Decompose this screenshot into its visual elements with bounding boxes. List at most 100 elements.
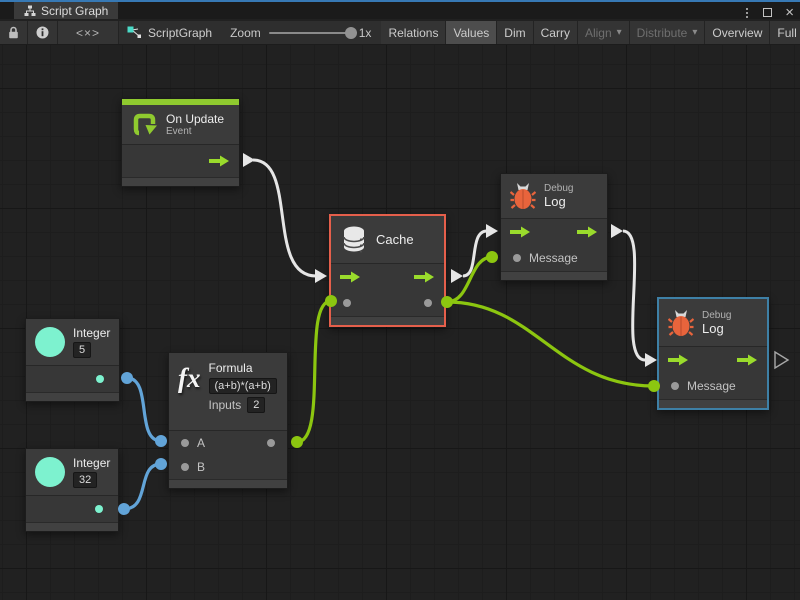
node-title: Formula bbox=[209, 361, 277, 375]
toolbar-right-group: Relations Values Dim Carry Align ▾ Distr… bbox=[381, 21, 800, 44]
dim-button[interactable]: Dim bbox=[497, 21, 533, 44]
maximize-icon[interactable] bbox=[763, 8, 772, 17]
carry-button[interactable]: Carry bbox=[534, 21, 578, 44]
tab-title: Script Graph bbox=[41, 4, 108, 18]
port-label: Message bbox=[529, 251, 578, 265]
hierarchy-icon bbox=[24, 5, 36, 17]
node-header: Integer 32 bbox=[26, 449, 118, 496]
node-title: On Update bbox=[166, 112, 224, 126]
code-view-button[interactable]: <×> bbox=[58, 21, 119, 44]
exec-input-port[interactable] bbox=[510, 226, 531, 238]
node-header: Cache bbox=[331, 216, 444, 264]
node-footer bbox=[26, 522, 118, 531]
node-category: Debug bbox=[544, 183, 573, 194]
full-screen-button[interactable]: Full Screen bbox=[770, 21, 800, 44]
inputs-count-field[interactable]: 2 bbox=[247, 397, 265, 413]
exec-row bbox=[659, 347, 767, 373]
node-footer bbox=[331, 316, 444, 325]
exec-output-port[interactable] bbox=[414, 271, 435, 283]
node-integer-1[interactable]: Integer 5 bbox=[25, 318, 120, 402]
message-input-port[interactable] bbox=[513, 254, 521, 262]
code-icon: <×> bbox=[76, 26, 100, 40]
exec-output-port[interactable] bbox=[577, 226, 598, 238]
lock-button[interactable] bbox=[0, 21, 28, 44]
node-title: Cache bbox=[376, 232, 414, 247]
input-a-row: A bbox=[169, 431, 287, 455]
overview-button[interactable]: Overview bbox=[705, 21, 770, 44]
wire-exec-cache-debug1 bbox=[451, 224, 498, 283]
node-formula[interactable]: fx Formula (a+b)*(a+b) Inputs 2 A B bbox=[168, 352, 288, 489]
zoom-control: Zoom 1x bbox=[220, 21, 381, 44]
input-a-port[interactable] bbox=[181, 439, 189, 447]
node-footer bbox=[26, 392, 119, 401]
node-integer-2[interactable]: Integer 32 bbox=[25, 448, 119, 532]
node-footer bbox=[169, 479, 287, 488]
node-category: Debug bbox=[702, 310, 731, 321]
node-footer bbox=[122, 177, 239, 186]
value-row bbox=[331, 290, 444, 316]
zoom-slider[interactable] bbox=[269, 32, 351, 34]
tab-script-graph[interactable]: Script Graph bbox=[14, 2, 118, 19]
wire-value-integer1-formula bbox=[121, 372, 167, 447]
value-output-port[interactable] bbox=[95, 505, 103, 513]
node-title: Log bbox=[702, 321, 731, 336]
value-output-port[interactable] bbox=[267, 439, 275, 447]
input-b-row: B bbox=[169, 455, 287, 479]
integer-value-field[interactable]: 32 bbox=[73, 472, 97, 488]
graph-toolbar: <×> ScriptGraph Zoom 1x Relations Values… bbox=[0, 21, 800, 45]
port-label: B bbox=[197, 460, 205, 474]
wire-exec-debug1-debug2 bbox=[611, 224, 657, 367]
chevron-down-icon: ▾ bbox=[692, 27, 697, 38]
formula-expression-field[interactable]: (a+b)*(a+b) bbox=[209, 378, 277, 394]
close-icon[interactable]: × bbox=[785, 5, 794, 20]
wire-value-cache-debug2 bbox=[447, 302, 660, 392]
values-button[interactable]: Values bbox=[446, 21, 497, 44]
node-debug-log-2[interactable]: Debug Log Message bbox=[659, 299, 767, 408]
node-footer bbox=[659, 399, 767, 408]
node-header: Debug Log bbox=[659, 299, 767, 347]
bug-icon bbox=[668, 308, 694, 338]
node-title: Integer bbox=[73, 456, 110, 470]
node-header: Debug Log bbox=[501, 174, 607, 219]
value-input-port[interactable] bbox=[343, 299, 351, 307]
input-b-port[interactable] bbox=[181, 463, 189, 471]
port-label: A bbox=[197, 436, 205, 450]
formula-fx-icon: fx bbox=[178, 365, 201, 392]
message-row: Message bbox=[659, 373, 767, 399]
graph-canvas[interactable]: On Update Event bbox=[0, 45, 800, 600]
inputs-label: Inputs bbox=[209, 398, 242, 412]
message-input-port[interactable] bbox=[671, 382, 679, 390]
value-output-port[interactable] bbox=[424, 299, 432, 307]
zoom-value: 1x bbox=[359, 26, 372, 40]
script-graph-window: Script Graph × <×> bbox=[0, 0, 800, 600]
node-header: Integer 5 bbox=[26, 319, 119, 366]
window-menu-icon[interactable] bbox=[744, 6, 750, 20]
wire-value-integer2-formula bbox=[118, 458, 167, 515]
node-debug-log-1[interactable]: Debug Log Message bbox=[500, 173, 608, 281]
title-bar: Script Graph × bbox=[0, 0, 800, 19]
node-title: Integer bbox=[73, 326, 110, 340]
exec-output-port[interactable] bbox=[737, 354, 758, 366]
message-row: Message bbox=[501, 245, 607, 271]
exec-output-port[interactable] bbox=[209, 155, 230, 167]
node-header: fx Formula (a+b)*(a+b) Inputs 2 bbox=[169, 353, 287, 431]
integer-value-field[interactable]: 5 bbox=[73, 342, 91, 358]
unconnected-port-triangle bbox=[775, 352, 788, 368]
info-button[interactable] bbox=[28, 21, 58, 44]
node-cache[interactable]: Cache bbox=[331, 216, 444, 325]
chevron-down-icon: ▾ bbox=[617, 27, 622, 38]
exec-input-port[interactable] bbox=[340, 271, 361, 283]
bug-icon bbox=[510, 181, 536, 211]
wire-value-cache-debug1 bbox=[441, 251, 498, 308]
zoom-slider-handle[interactable] bbox=[345, 27, 357, 39]
align-button[interactable]: Align ▾ bbox=[578, 21, 630, 44]
relations-button[interactable]: Relations bbox=[381, 21, 446, 44]
distribute-button[interactable]: Distribute ▾ bbox=[630, 21, 706, 44]
value-output-port[interactable] bbox=[96, 375, 104, 383]
output-row bbox=[26, 366, 119, 392]
exec-input-port[interactable] bbox=[668, 354, 689, 366]
exec-output-row bbox=[122, 145, 239, 177]
node-on-update[interactable]: On Update Event bbox=[121, 98, 240, 187]
node-footer bbox=[501, 271, 607, 280]
node-subtitle: Event bbox=[166, 126, 224, 137]
